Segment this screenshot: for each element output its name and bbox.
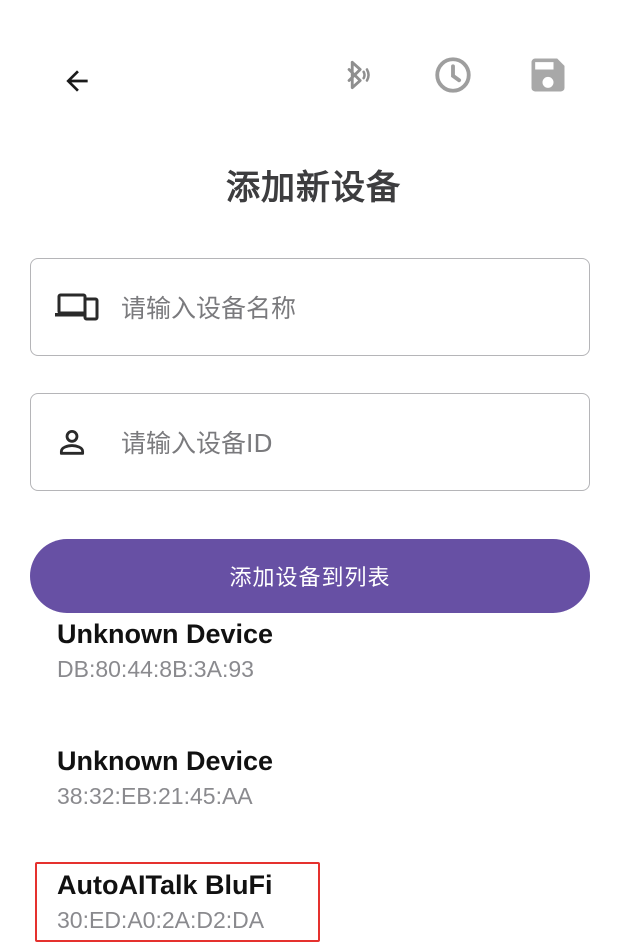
person-icon — [55, 422, 101, 462]
history-button[interactable] — [428, 50, 478, 100]
list-item[interactable]: Unknown Device 38:32:EB:21:45:AA — [57, 745, 577, 811]
device-name: Unknown Device — [57, 746, 274, 776]
device-mac: 30:ED:A0:2A:D2:DA — [57, 907, 265, 933]
save-button[interactable] — [523, 50, 573, 100]
add-device-button-label: 添加设备到列表 — [229, 566, 391, 591]
bluetooth-scan-icon — [347, 60, 370, 90]
device-id-field[interactable]: 请输入设备ID — [30, 393, 590, 491]
device-mac: DB:80:44:8B:3A:93 — [57, 656, 254, 682]
back-button[interactable] — [52, 56, 102, 106]
device-name-field[interactable]: 请输入设备名称 — [30, 258, 590, 356]
devices-icon — [55, 287, 101, 327]
top-app-bar — [0, 0, 627, 150]
page-title: 添加新设备 — [226, 168, 401, 208]
bluetooth-scan-button[interactable] — [332, 50, 382, 100]
clock-icon — [435, 57, 471, 93]
arrow-left-icon — [66, 70, 88, 92]
device-id-placeholder: 请输入设备ID — [121, 429, 273, 458]
list-item[interactable]: Unknown Device DB:80:44:8B:3A:93 — [57, 620, 577, 684]
device-name-placeholder: 请输入设备名称 — [121, 294, 297, 323]
floppy-disk-icon — [531, 58, 565, 92]
list-item[interactable]: AutoAITalk BluFi 30:ED:A0:2A:D2:DA — [57, 869, 577, 935]
add-device-button[interactable]: 添加设备到列表 — [30, 539, 590, 613]
device-list[interactable]: Unknown Device DB:80:44:8B:3A:93 Unknown… — [0, 620, 627, 948]
device-name: AutoAITalk BluFi — [57, 870, 273, 900]
device-name: Unknown Device — [57, 620, 274, 649]
device-mac: 38:32:EB:21:45:AA — [57, 783, 253, 809]
